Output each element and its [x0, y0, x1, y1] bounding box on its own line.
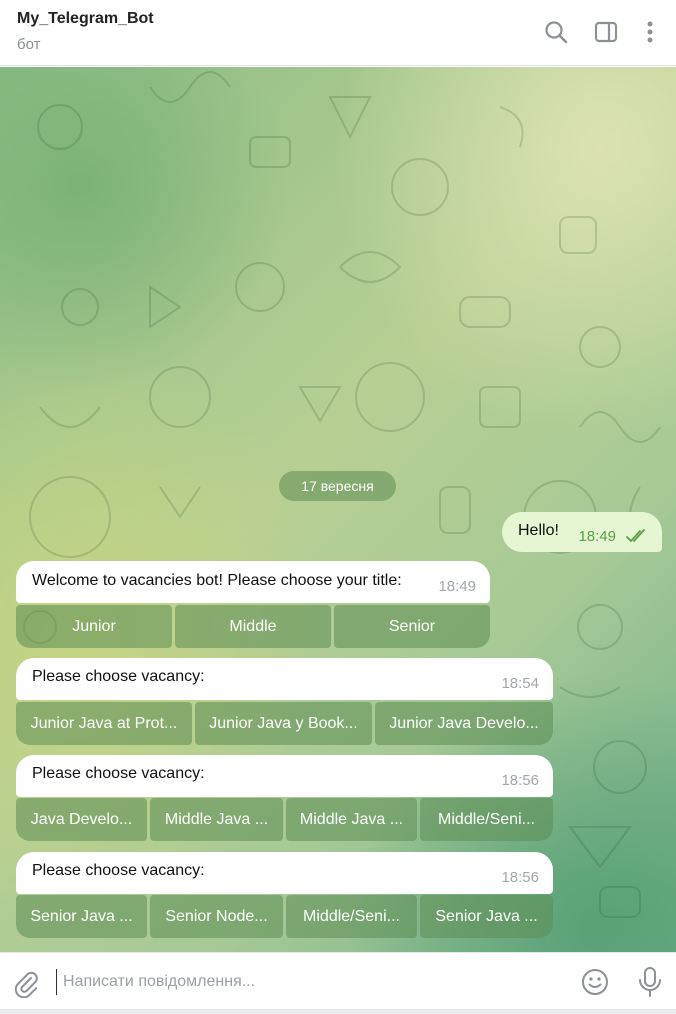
sidebar-toggle-icon[interactable]	[592, 18, 620, 46]
incoming-message[interactable]: Please choose vacancy: 18:56	[16, 852, 553, 894]
keyboard-button-vacancy[interactable]: Senior Node...	[150, 895, 283, 938]
keyboard-button-vacancy[interactable]: Junior Java at Prot...	[16, 702, 192, 745]
incoming-message[interactable]: Please choose vacancy: 18:56	[16, 755, 553, 797]
double-check-icon	[626, 529, 645, 542]
keyboard-button-vacancy[interactable]: Senior Java ...	[16, 895, 147, 938]
keyboard-button-vacancy[interactable]: Senior Java ...	[420, 895, 553, 938]
keyboard-button-vacancy[interactable]: Junior Java Develo...	[375, 702, 553, 745]
keyboard-button-vacancy[interactable]: Junior Java у Book...	[195, 702, 372, 745]
message-time: 18:56	[501, 772, 539, 789]
window-bottom-edge	[0, 1009, 676, 1014]
message-input[interactable]	[56, 969, 556, 995]
keyboard-button-vacancy[interactable]: Middle/Seni...	[286, 895, 417, 938]
chat-subtitle: бот	[17, 36, 41, 53]
keyboard-button-junior[interactable]: Junior	[16, 605, 172, 648]
more-vert-icon[interactable]	[636, 18, 664, 46]
message-time: 18:49	[578, 528, 616, 545]
paperclip-icon[interactable]	[10, 968, 40, 999]
emoji-icon[interactable]	[580, 967, 610, 997]
message-text: Please choose vacancy:	[32, 862, 205, 879]
message-text: Welcome to vacancies bot! Please choose …	[32, 572, 402, 589]
microphone-icon[interactable]	[636, 966, 664, 998]
message-time: 18:56	[501, 869, 539, 886]
chat-history[interactable]: 17 вересня Hello! 18:49 Welcome to vacan…	[0, 67, 676, 952]
chat-header: My_Telegram_Bot бот	[0, 0, 676, 66]
search-icon[interactable]	[542, 18, 570, 46]
message-composer	[0, 952, 676, 1014]
chat-title[interactable]: My_Telegram_Bot	[17, 10, 154, 28]
date-separator: 17 вересня	[279, 471, 396, 501]
incoming-message[interactable]: Welcome to vacancies bot! Please choose …	[16, 561, 490, 603]
keyboard-button-senior[interactable]: Senior	[334, 605, 490, 648]
keyboard-button-middle[interactable]: Middle	[175, 605, 331, 648]
incoming-message[interactable]: Please choose vacancy: 18:54	[16, 658, 553, 700]
message-text: Please choose vacancy:	[32, 668, 205, 685]
keyboard-button-vacancy[interactable]: Middle Java ...	[286, 798, 417, 841]
keyboard-button-vacancy[interactable]: Middle Java ...	[150, 798, 283, 841]
keyboard-button-vacancy[interactable]: Java Develo...	[16, 798, 147, 841]
message-time: 18:54	[501, 675, 539, 692]
message-text: Hello!	[518, 522, 559, 539]
message-text: Please choose vacancy:	[32, 765, 205, 782]
outgoing-message[interactable]: Hello! 18:49	[502, 512, 662, 552]
keyboard-button-vacancy[interactable]: Middle/Seni...	[420, 798, 553, 841]
message-time: 18:49	[438, 578, 476, 595]
